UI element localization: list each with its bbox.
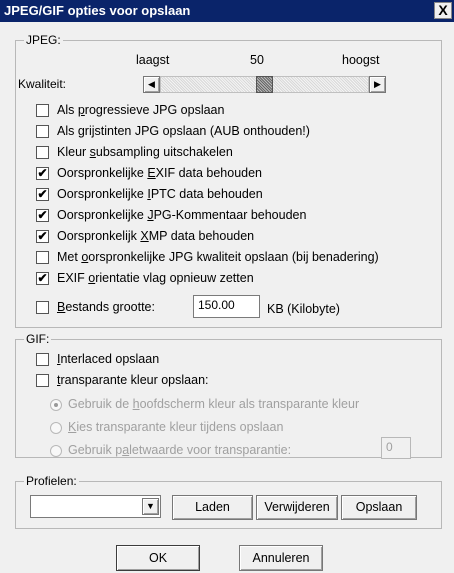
jpeg-option-label: Oorspronkelijke JPG-Kommentaar behouden	[57, 208, 307, 222]
jpeg-option-checkbox[interactable]: ✔	[36, 167, 49, 180]
window-title: JPEG/GIF opties voor opslaan	[4, 3, 191, 18]
jpeg-option-label: Oorspronkelijke IPTC data behouden	[57, 187, 263, 201]
gif-group-legend: GIF:	[24, 332, 52, 346]
jpeg-option-checkbox[interactable]: ✔	[36, 230, 49, 243]
chevron-down-icon[interactable]: ▼	[142, 498, 159, 515]
quality-low-label: laagst	[136, 53, 170, 67]
filesize-checkbox[interactable]	[36, 301, 49, 314]
jpeg-group: JPEG: laagst 50 hoogst Kwaliteit: ◀ ▶ Al…	[15, 33, 442, 328]
jpeg-option-label: Oorspronkelijk XMP data behouden	[57, 229, 255, 243]
jpeg-option-label: Als progressieve JPG opslaan	[57, 103, 225, 117]
gif-group: GIF: Interlaced opslaan transparante kle…	[15, 332, 442, 459]
palette-value-input[interactable]: 0	[381, 437, 411, 459]
jpeg-option-checkbox[interactable]: ✔	[36, 188, 49, 201]
delete-profile-button[interactable]: Verwijderen	[256, 495, 338, 520]
filesize-unit: KB (Kilobyte)	[267, 302, 340, 316]
interlaced-checkbox[interactable]	[36, 353, 49, 366]
jpeg-option-checkbox[interactable]: ✔	[36, 209, 49, 222]
jpeg-option-checkbox[interactable]	[36, 104, 49, 117]
jpeg-option-checkbox[interactable]	[36, 125, 49, 138]
jpeg-option-label: EXIF orientatie vlag opnieuw zetten	[57, 271, 254, 285]
close-button[interactable]: X	[434, 2, 452, 19]
filesize-input[interactable]: 150.00	[193, 295, 260, 318]
jpeg-option-checkbox[interactable]: ✔	[36, 272, 49, 285]
save-profile-button[interactable]: Opslaan	[341, 495, 417, 520]
quality-high-label: hoogst	[342, 53, 380, 67]
ok-button[interactable]: OK	[116, 545, 200, 571]
transparency-radio[interactable]	[50, 445, 62, 457]
transparent-checkbox[interactable]	[36, 374, 49, 387]
jpeg-option-label: Oorspronkelijke EXIF data behouden	[57, 166, 263, 180]
filesize-label: Bestands grootte:	[57, 300, 155, 314]
profiles-group: Profielen: ▼ Laden Verwijderen Opslaan	[15, 474, 442, 529]
jpeg-option-label: Met oorspronkelijke JPG kwaliteit opslaa…	[57, 250, 379, 264]
quality-slider[interactable]: ◀ ▶	[143, 76, 386, 93]
jpeg-group-legend: JPEG:	[24, 33, 63, 47]
load-profile-button[interactable]: Laden	[172, 495, 253, 520]
transparency-radio-label: Gebruik de hoofdscherm kleur als transpa…	[68, 397, 360, 411]
jpeg-option-label: Kleur subsampling uitschakelen	[57, 145, 233, 159]
cancel-button[interactable]: Annuleren	[239, 545, 323, 571]
profiles-group-legend: Profielen:	[24, 474, 79, 488]
transparency-radio-label: Kies transparante kleur tijdens opslaan	[68, 420, 284, 434]
jpeg-option-label: Als grijstinten JPG opslaan (AUB onthoud…	[57, 124, 310, 138]
transparency-radio-label: Gebruik paletwaarde voor transparantie:	[68, 443, 292, 457]
slider-left-arrow[interactable]: ◀	[143, 76, 160, 93]
slider-thumb[interactable]	[256, 76, 273, 93]
slider-right-arrow[interactable]: ▶	[369, 76, 386, 93]
profile-select[interactable]: ▼	[30, 495, 161, 518]
transparency-radio[interactable]	[50, 422, 62, 434]
title-bar: JPEG/GIF opties voor opslaan X	[0, 0, 454, 22]
jpeg-option-checkbox[interactable]	[36, 251, 49, 264]
interlaced-label: Interlaced opslaan	[57, 352, 160, 366]
quality-label: Kwaliteit:	[18, 77, 67, 91]
transparent-label: transparante kleur opslaan:	[57, 373, 209, 387]
quality-value: 50	[250, 53, 264, 67]
jpeg-option-checkbox[interactable]	[36, 146, 49, 159]
transparency-radio[interactable]	[50, 399, 62, 411]
